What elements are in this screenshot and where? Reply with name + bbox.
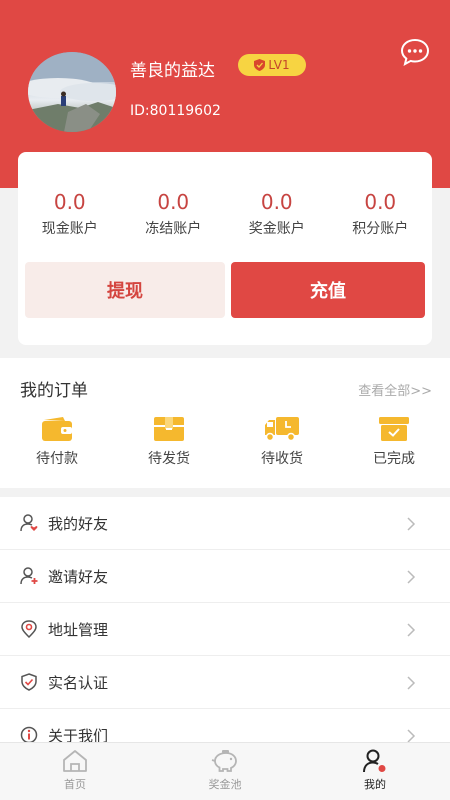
account-points[interactable]: 0.0 积分账户 <box>329 190 433 238</box>
tab-home[interactable]: 首页 <box>0 743 150 800</box>
box-icon <box>154 417 184 441</box>
order-label: 待收货 <box>261 451 303 467</box>
user-icon <box>363 749 386 773</box>
username: 善良的益达 <box>130 61 215 81</box>
chevron-right-icon <box>407 570 416 584</box>
tab-label: 首页 <box>64 778 86 791</box>
account-value: 0.0 <box>364 190 397 214</box>
tab-label: 我的 <box>364 778 386 791</box>
order-label: 已完成 <box>373 451 415 467</box>
order-pending-payment[interactable]: 待付款 <box>17 416 97 468</box>
order-label: 待发货 <box>148 451 190 467</box>
orders-title: 我的订单 <box>20 381 88 401</box>
menu-item-real-name-verification[interactable]: 实名认证 <box>0 656 450 709</box>
order-pending-receipt[interactable]: 待收货 <box>242 416 322 468</box>
chevron-right-icon <box>407 676 416 690</box>
view-all-orders-link[interactable]: 查看全部>> <box>358 380 432 399</box>
account-label: 现金账户 <box>41 221 98 237</box>
menu-item-address[interactable]: 地址管理 <box>0 603 450 656</box>
menu-item-my-friends[interactable]: 我的好友 <box>0 497 450 550</box>
location-icon <box>21 620 37 638</box>
chat-bubble-icon[interactable] <box>400 38 430 66</box>
order-pending-shipment[interactable]: 待发货 <box>129 416 209 468</box>
menu-label: 邀请好友 <box>48 568 109 586</box>
order-completed[interactable]: 已完成 <box>354 416 434 468</box>
invite-icon <box>20 567 38 585</box>
friend-icon <box>20 514 38 532</box>
account-card: 0.0 现金账户 0.0 冻结账户 0.0 奖金账户 0.0 积分账户 提现 充… <box>18 152 432 345</box>
account-label: 积分账户 <box>352 221 409 237</box>
order-label: 待付款 <box>36 451 78 467</box>
user-id: ID:80119602 <box>130 103 221 119</box>
account-bonus[interactable]: 0.0 奖金账户 <box>225 190 329 238</box>
archive-check-icon <box>379 417 409 441</box>
tab-bonus-pool[interactable]: 奖金池 <box>150 743 300 800</box>
account-cash[interactable]: 0.0 现金账户 <box>18 190 122 238</box>
piggy-bank-icon <box>211 750 237 772</box>
account-frozen[interactable]: 0.0 冻结账户 <box>122 190 226 238</box>
menu-item-invite-friends[interactable]: 邀请好友 <box>0 550 450 603</box>
tab-label: 奖金池 <box>208 778 242 791</box>
chevron-right-icon <box>407 729 416 743</box>
chevron-right-icon <box>407 623 416 637</box>
settings-menu: 我的好友 邀请好友 地址管理 实名认证 关于我们 <box>0 497 450 757</box>
level-text: LV1 <box>268 58 290 72</box>
orders-section: 我的订单 查看全部>> 待付款 待发货 待收货 已完成 <box>0 358 450 488</box>
account-value: 0.0 <box>260 190 293 214</box>
avatar[interactable] <box>28 52 116 132</box>
withdraw-button[interactable]: 提现 <box>25 262 225 318</box>
account-list: 0.0 现金账户 0.0 冻结账户 0.0 奖金账户 0.0 积分账户 <box>18 190 432 238</box>
bottom-tab-bar: 首页 奖金池 我的 <box>0 742 450 800</box>
tab-mine[interactable]: 我的 <box>300 743 450 800</box>
menu-label: 实名认证 <box>48 674 109 692</box>
truck-icon <box>265 417 299 442</box>
account-label: 奖金账户 <box>248 221 305 237</box>
shield-icon <box>254 59 266 71</box>
account-label: 冻结账户 <box>145 221 202 237</box>
shield-check-icon <box>21 673 37 691</box>
account-value: 0.0 <box>157 190 190 214</box>
menu-label: 我的好友 <box>48 515 109 533</box>
wallet-icon <box>42 417 72 441</box>
menu-label: 地址管理 <box>48 621 109 639</box>
profile-page: 善良的益达 LV1 ID:80119602 0.0 现金账户 0.0 冻结账户 <box>0 0 450 800</box>
recharge-button[interactable]: 充值 <box>231 262 425 318</box>
account-value: 0.0 <box>53 190 86 214</box>
chevron-right-icon <box>407 517 416 531</box>
level-badge: LV1 <box>238 54 306 76</box>
home-icon <box>63 750 87 772</box>
